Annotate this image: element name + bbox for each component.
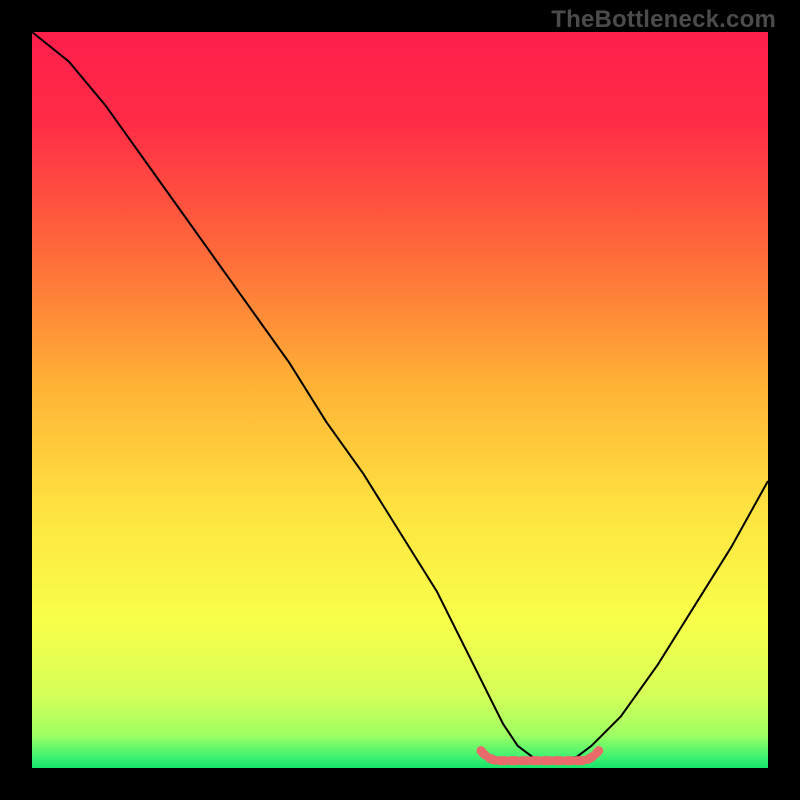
plot-area (32, 32, 768, 768)
optimal-region-marker (481, 751, 599, 761)
chart-curve-layer (32, 32, 768, 768)
chart-frame: TheBottleneck.com (0, 0, 800, 800)
watermark-text: TheBottleneck.com (551, 6, 776, 34)
bottleneck-curve (32, 32, 768, 761)
